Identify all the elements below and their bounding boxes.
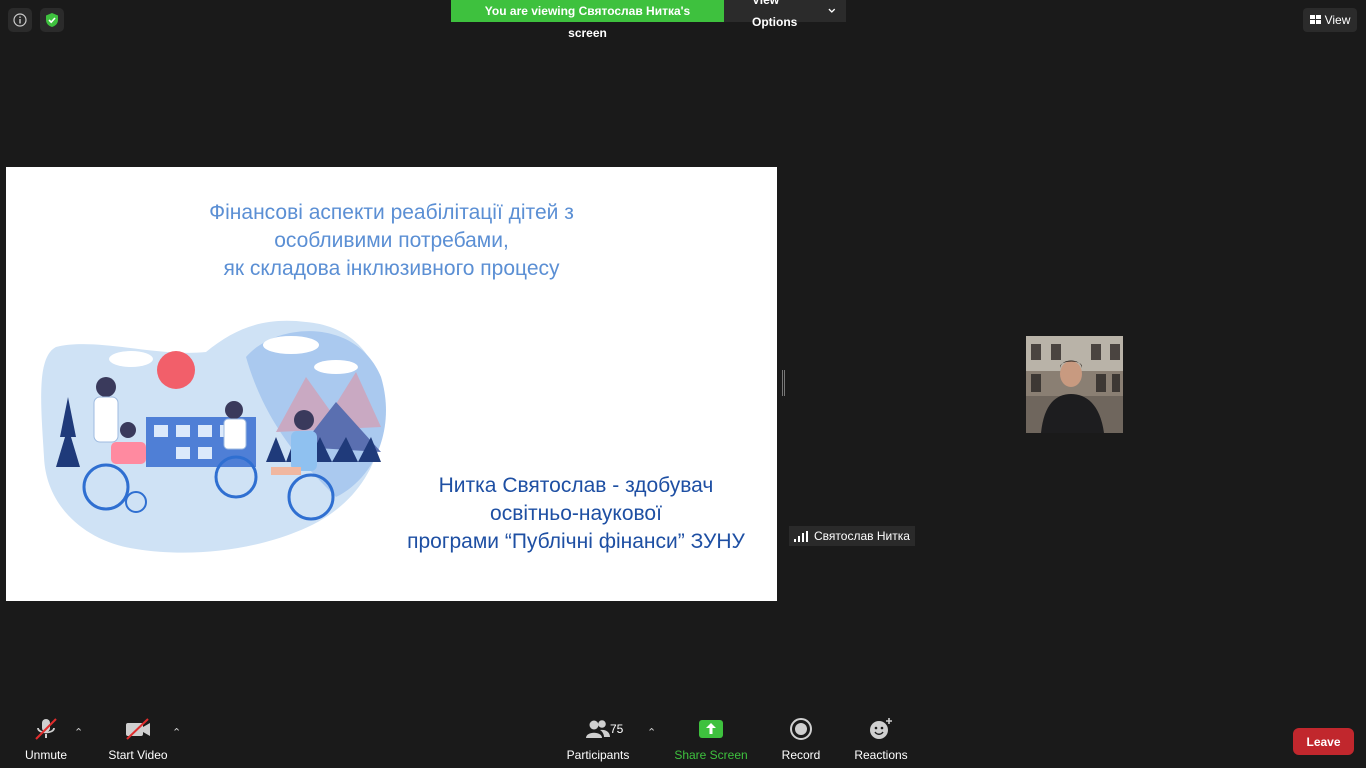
audio-options-caret[interactable]: ⌃ xyxy=(74,726,83,739)
chevron-down-icon xyxy=(828,8,836,13)
slide-author: Нитка Святослав - здобувач освітньо-наук… xyxy=(376,472,776,556)
slide-author-line: Нитка Святослав - здобувач xyxy=(438,474,714,497)
record-label: Record xyxy=(781,748,821,762)
encryption-button[interactable] xyxy=(40,8,64,32)
participant-name: Святослав Нитка xyxy=(814,529,910,543)
split-resize-handle[interactable] xyxy=(782,370,785,396)
participants-count: 75 xyxy=(610,722,624,736)
participants-options-caret[interactable]: ⌃ xyxy=(647,726,656,739)
meeting-toolbar: Unmute ⌃ Start Video ⌃ 75 Participants ⌃… xyxy=(0,712,1366,768)
share-screen-button[interactable]: Share Screen xyxy=(674,712,748,762)
unmute-button[interactable]: Unmute xyxy=(22,712,70,762)
participant-photo xyxy=(1026,336,1123,433)
slide-title-line: особливими потребами, xyxy=(274,229,509,252)
shared-screen: Фінансові аспекти реабілітації дітей з о… xyxy=(6,167,777,601)
start-video-button[interactable]: Start Video xyxy=(108,712,168,762)
viewing-status: You are viewing Святослав Нитка's screen xyxy=(451,0,724,40)
view-button[interactable]: View xyxy=(1303,8,1357,32)
participant-video[interactable] xyxy=(1026,336,1123,433)
reactions-label: Reactions xyxy=(854,748,908,762)
shield-check-icon xyxy=(46,13,58,27)
slide-author-line: програми “Публічні фінанси” ЗУНУ xyxy=(407,530,745,553)
slide-title: Фінансові аспекти реабілітації дітей з о… xyxy=(6,199,777,283)
video-camera-off-icon xyxy=(126,718,150,740)
reactions-button[interactable]: Reactions xyxy=(854,712,908,762)
screen-share-banner: You are viewing Святослав Нитка's screen… xyxy=(451,0,846,40)
start-video-label: Start Video xyxy=(108,748,168,762)
slide-author-line: освітньо-наукової xyxy=(490,502,662,525)
share-screen-icon xyxy=(699,720,723,738)
microphone-muted-icon xyxy=(35,718,57,740)
slide-title-line: як складова інклюзивного процесу xyxy=(223,257,560,280)
share-screen-label: Share Screen xyxy=(674,748,748,762)
participants-icon xyxy=(586,720,610,738)
meeting-info-button[interactable] xyxy=(8,8,32,32)
leave-button[interactable]: Leave xyxy=(1293,728,1354,755)
record-icon xyxy=(790,718,812,740)
view-options-button[interactable]: View Options xyxy=(724,0,846,29)
participant-name-tag: Святослав Нитка xyxy=(789,526,915,546)
inclusion-illustration xyxy=(41,320,386,553)
signal-strength-icon xyxy=(794,530,808,542)
info-icon xyxy=(13,13,27,27)
participants-label: Participants xyxy=(566,748,630,762)
record-button[interactable]: Record xyxy=(780,712,822,762)
slide-title-line: Фінансові аспекти реабілітації дітей з xyxy=(209,201,574,224)
video-options-caret[interactable]: ⌃ xyxy=(172,726,181,739)
view-options-label: View Options xyxy=(752,0,798,29)
reactions-smiley-icon xyxy=(870,718,892,739)
unmute-label: Unmute xyxy=(24,748,68,762)
grid-icon xyxy=(1309,15,1321,24)
participants-button[interactable]: 75 Participants xyxy=(566,712,630,762)
view-label: View xyxy=(1324,13,1351,27)
